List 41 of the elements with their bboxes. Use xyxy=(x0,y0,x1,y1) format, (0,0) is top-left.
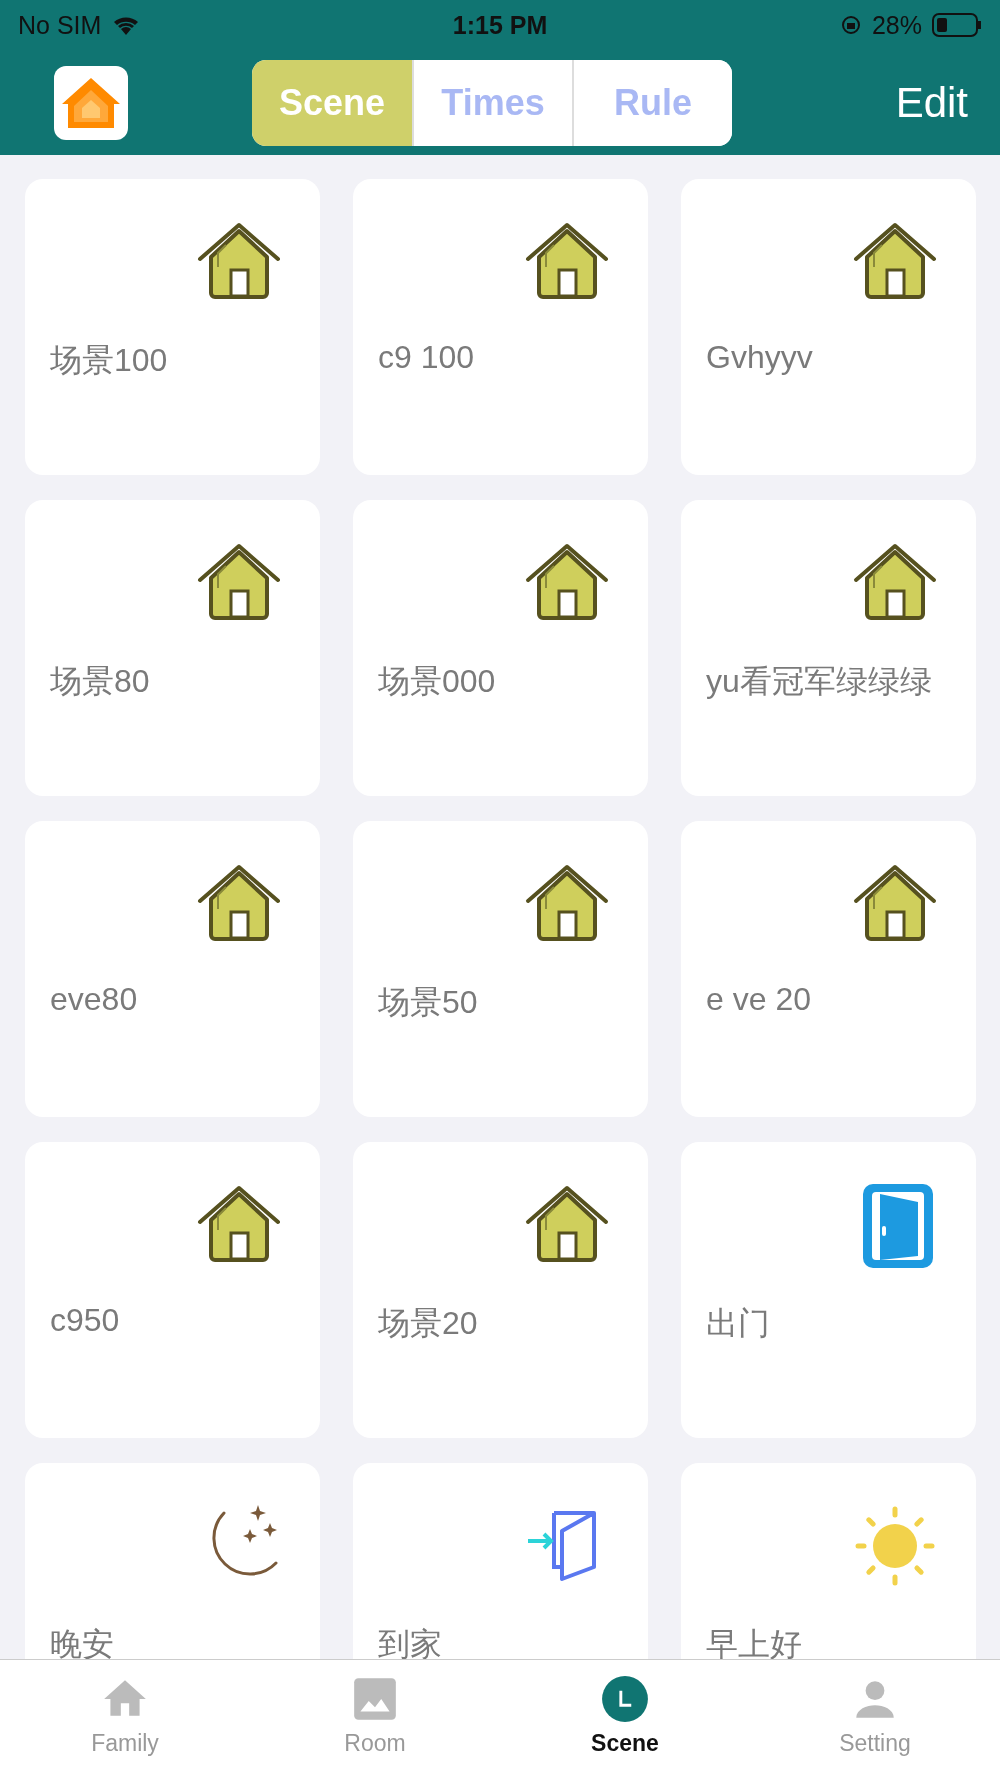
scene-card[interactable]: 场景80 xyxy=(25,500,320,796)
scene-card[interactable]: 场景50 xyxy=(353,821,648,1117)
clock-time: 1:15 PM xyxy=(452,10,548,40)
scene-card[interactable]: 到家 xyxy=(353,1463,648,1659)
scene-card[interactable]: 场景100 xyxy=(25,179,320,475)
scene-name: e ve 20 xyxy=(706,981,811,1018)
rotation-lock-icon xyxy=(839,14,862,36)
scene-card[interactable]: yu看冠军绿绿绿 xyxy=(681,500,976,796)
scene-card[interactable]: 场景20 xyxy=(353,1142,648,1438)
scene-name: 场景000 xyxy=(378,662,496,701)
scene-name: c950 xyxy=(50,1302,120,1339)
scene-card[interactable]: e ve 20 xyxy=(681,821,976,1117)
scene-card[interactable]: 场景000 xyxy=(353,500,648,796)
scene-name: 场景80 xyxy=(50,662,150,701)
tab-bar-item[interactable]: Scene xyxy=(500,1660,750,1778)
clock-icon xyxy=(600,1674,650,1724)
scene-name: 到家 xyxy=(378,1625,442,1659)
scene-card[interactable]: 晚安 xyxy=(25,1463,320,1659)
battery-percent: 28% xyxy=(871,10,922,40)
scene-name: 出门 xyxy=(706,1304,770,1343)
tab-bar-item[interactable]: Family xyxy=(0,1660,250,1778)
battery-icon xyxy=(932,13,982,37)
scene-card[interactable]: c950 xyxy=(25,1142,320,1438)
edit-button[interactable]: Edit xyxy=(895,78,968,127)
scene-card[interactable]: Gvhyyv xyxy=(681,179,976,475)
scene-card[interactable]: 早上好 xyxy=(681,1463,976,1659)
carrier-text: No SIM xyxy=(18,10,102,40)
scene-name: 场景20 xyxy=(378,1304,478,1343)
scene-card[interactable]: c9 100 xyxy=(353,179,648,475)
scene-name: yu看冠军绿绿绿 xyxy=(706,662,932,701)
scene-name: eve80 xyxy=(50,981,138,1018)
scene-name: Gvhyyv xyxy=(706,339,813,376)
scene-card[interactable]: 出门 xyxy=(681,1142,976,1438)
scene-name: c9 100 xyxy=(378,339,475,376)
scene-name: 晚安 xyxy=(50,1625,114,1659)
scene-name: 早上好 xyxy=(706,1625,802,1659)
tab-bar-item[interactable]: Room xyxy=(250,1660,500,1778)
scene-name: 场景100 xyxy=(50,341,168,380)
scene-name: 场景50 xyxy=(378,983,478,1022)
scene-card[interactable]: eve80 xyxy=(25,821,320,1117)
tab-bar-item[interactable]: Setting xyxy=(750,1660,1000,1778)
